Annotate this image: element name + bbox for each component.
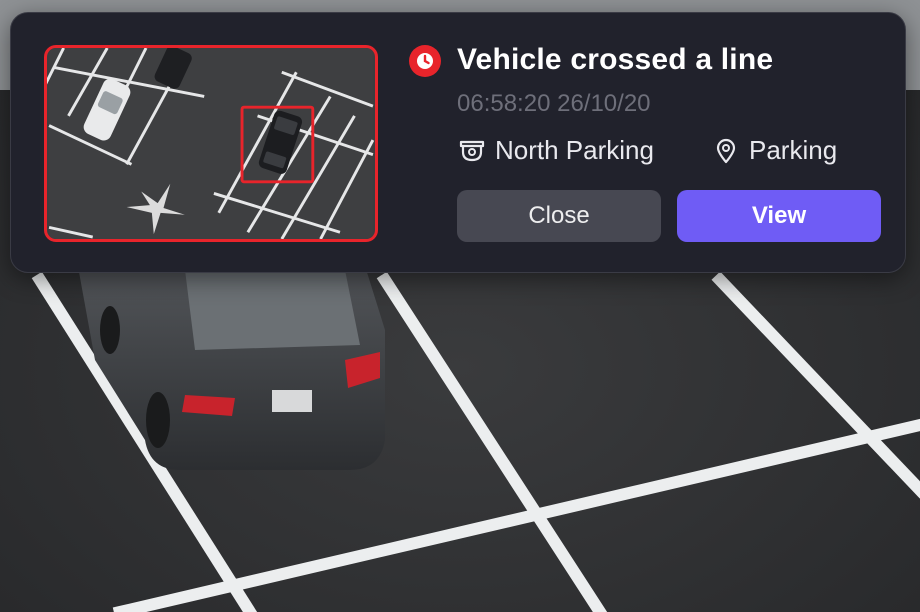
location-info: Parking xyxy=(711,135,837,166)
camera-name: North Parking xyxy=(495,135,654,165)
location-pin-icon xyxy=(711,136,741,166)
close-button[interactable]: Close xyxy=(457,190,661,242)
snapshot-image xyxy=(47,48,375,239)
camera-icon xyxy=(457,136,487,166)
event-snapshot-thumbnail[interactable] xyxy=(44,45,378,242)
event-notification-card: Vehicle crossed a line 06:58:20 26/10/20… xyxy=(10,12,906,273)
view-button[interactable]: View xyxy=(677,190,881,242)
camera-info: North Parking xyxy=(457,135,654,166)
event-timestamp: 06:58:20 26/10/20 xyxy=(457,90,651,117)
location-name: Parking xyxy=(749,135,838,165)
alert-clock-icon xyxy=(409,45,441,77)
event-title: Vehicle crossed a line xyxy=(457,43,774,76)
